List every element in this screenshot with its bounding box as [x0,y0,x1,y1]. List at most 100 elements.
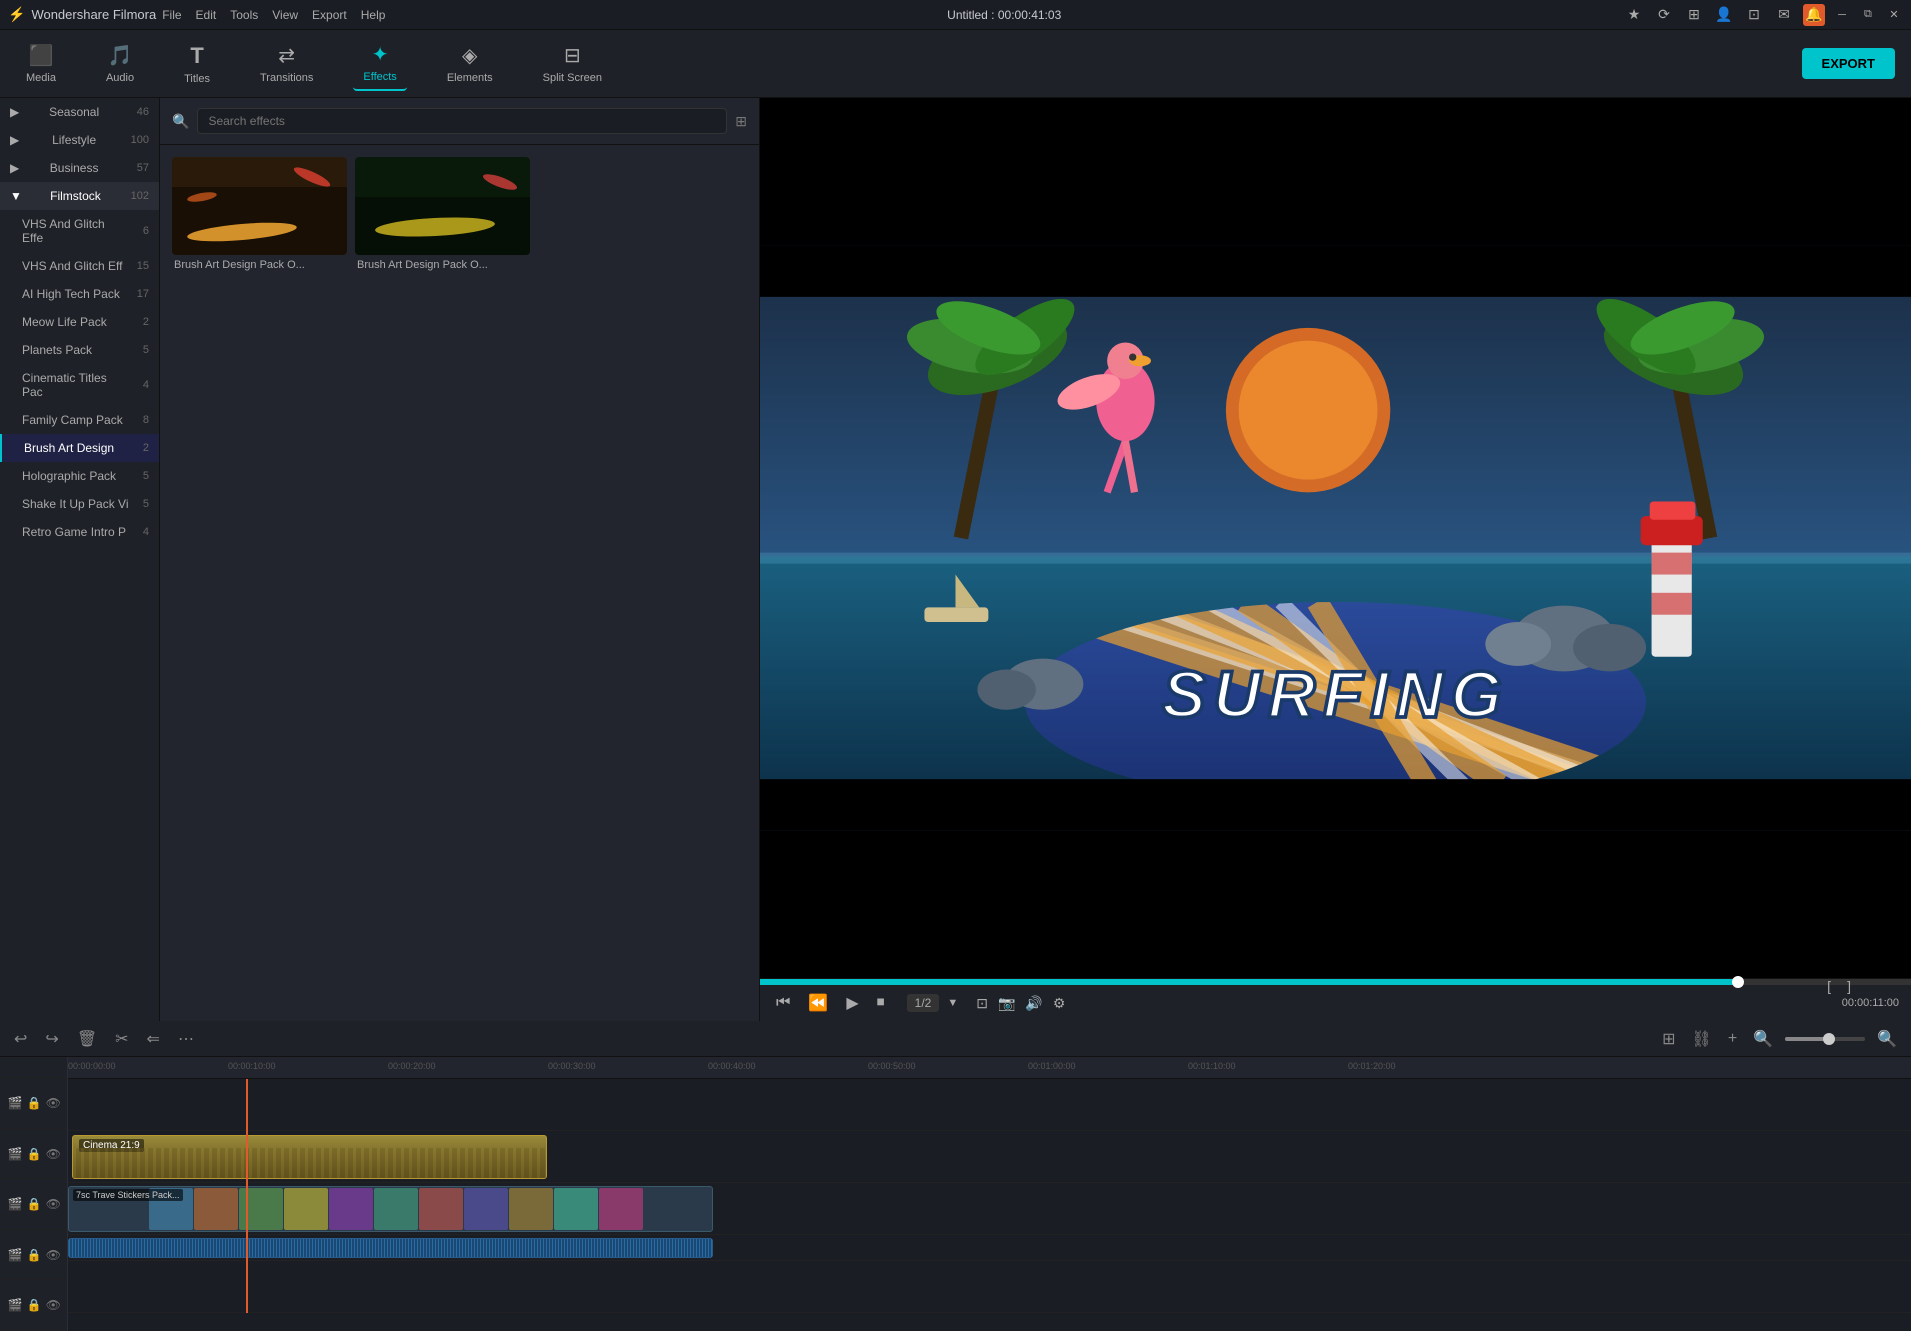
page-dropdown-icon[interactable]: ▼ [947,997,958,1009]
fullscreen-icon[interactable]: ⊡ [976,995,988,1012]
toolbar-titles[interactable]: T Titles [174,37,220,91]
track-1-empty [68,1079,1911,1131]
rewind-button[interactable]: ⏮ [772,992,794,1014]
tick-10: 00:00:10:00 [228,1061,276,1071]
timeline-link[interactable]: ⛓ [1688,1027,1716,1051]
category-vhs-glitch-2[interactable]: VHS And Glitch Eff 15 [0,252,159,280]
title-bar-left: ⚡ Wondershare Filmora File Edit Tools Vi… [8,6,385,23]
track4-eye-icon[interactable]: 👁 [46,1248,61,1262]
play-button[interactable]: ▶ [842,991,862,1015]
category-planets[interactable]: Planets Pack 5 [0,336,159,364]
icon-star[interactable]: ★ [1623,4,1645,26]
icon-upgrade[interactable]: ⊡ [1743,4,1765,26]
track4-video-icon: 🎬 [8,1248,23,1262]
category-holographic[interactable]: Holographic Pack 5 [0,462,159,490]
category-lifestyle-count: 100 [129,134,149,146]
category-shake-it-up[interactable]: Shake It Up Pack Vi 5 [0,490,159,518]
timeline-redo[interactable]: ↪ [41,1027,62,1051]
category-ai-high-tech[interactable]: AI High Tech Pack 17 [0,280,159,308]
effects-grid: Brush Art Design Pack O... Brush Art Des… [160,145,759,1021]
controls-row: ⏮ ⏪ ▶ ⏹ 1/2 ▼ ⊡ 📷 🔊 ⚙ 00:00:11:00 [760,985,1911,1021]
main-content: ▶ Seasonal 46 ▶ Lifestyle 100 ▶ Business… [0,98,1911,1021]
category-retro-game[interactable]: Retro Game Intro P 4 [0,518,159,546]
effect-item-brush2[interactable]: Brush Art Design Pack O... [355,157,530,1009]
win-restore[interactable]: ⧉ [1859,6,1877,24]
effect-item-brush1[interactable]: Brush Art Design Pack O... [172,157,347,1009]
effect-thumbnail-brush1 [172,157,347,255]
category-business[interactable]: ▶ Business 57 [0,154,159,182]
progress-bar[interactable]: [ ] [760,979,1911,985]
settings-icon[interactable]: ⚙ [1053,995,1066,1012]
timeline-add-track[interactable]: + [1724,1028,1741,1050]
win-close[interactable]: ✕ [1885,6,1903,24]
toolbar-transitions[interactable]: ⇄ Transitions [250,37,323,90]
volume-icon[interactable]: 🔊 [1025,995,1042,1012]
timeline-snap[interactable]: ⊞ [1658,1027,1679,1051]
timeline-undo[interactable]: ↩ [10,1027,31,1051]
elements-icon: ◈ [462,43,477,68]
menu-export[interactable]: Export [312,8,347,22]
track1-lock-icon[interactable]: 🔒 [27,1096,42,1110]
export-button[interactable]: EXPORT [1802,48,1895,79]
timeline-zoom-in[interactable]: 🔍 [1873,1027,1901,1051]
timeline-cut[interactable]: ✂ [111,1027,132,1051]
win-minimize[interactable]: ─ [1833,6,1851,24]
toolbar-split-screen-label: Split Screen [543,72,602,84]
gutter-ruler-spacer [0,1057,67,1078]
menu-file[interactable]: File [162,8,181,22]
menu-edit[interactable]: Edit [196,8,217,22]
category-meow-life[interactable]: Meow Life Pack 2 [0,308,159,336]
icon-user[interactable]: 👤 [1713,4,1735,26]
menu-help[interactable]: Help [361,8,386,22]
track1-eye-icon[interactable]: 👁 [46,1096,61,1110]
timeline-zoom-out[interactable]: 🔍 [1749,1027,1777,1051]
track5-eye-icon[interactable]: 👁 [46,1298,61,1312]
track2-eye-icon[interactable]: 👁 [46,1147,61,1161]
track5-lock-icon[interactable]: 🔒 [27,1298,42,1312]
category-brush-art[interactable]: Brush Art Design 2 [0,434,159,462]
track4-lock-icon[interactable]: 🔒 [27,1248,42,1262]
category-filmstock[interactable]: ▼ Filmstock 102 [0,182,159,210]
toolbar-elements[interactable]: ◈ Elements [437,37,503,90]
icon-notification[interactable]: 🔔 [1803,4,1825,26]
sticker-clip[interactable]: 7sc Trave Stickers Pack... [68,1186,713,1232]
time-ruler: 00:00:00:00 00:00:10:00 00:00:20:00 00:0… [68,1057,1911,1079]
category-seasonal[interactable]: ▶ Seasonal 46 [0,98,159,126]
video-clip[interactable]: Cinema 21:9 [72,1135,547,1179]
toolbar-media-label: Media [26,72,56,84]
category-lifestyle[interactable]: ▶ Lifestyle 100 [0,126,159,154]
toolbar-audio[interactable]: 🎵 Audio [96,37,144,90]
gutter-row-3: 🎬 🔒 👁 [0,1179,67,1230]
zoom-slider[interactable] [1785,1037,1865,1041]
play-prev-button[interactable]: ⏪ [804,991,832,1015]
stop-button[interactable]: ⏹ [873,992,889,1014]
toolbar-media[interactable]: ⬛ Media [16,37,66,90]
category-family-camp[interactable]: Family Camp Pack 8 [0,406,159,434]
category-vhs-glitch-2-label: VHS And Glitch Eff [22,259,123,273]
icon-email[interactable]: ✉ [1773,4,1795,26]
timeline-more[interactable]: ⋯ [174,1027,198,1051]
timeline-delete[interactable]: 🗑 [73,1027,101,1051]
search-icon: 🔍 [172,113,189,130]
timeline-prev-edit[interactable]: ⇐ [143,1027,164,1051]
track3-eye-icon[interactable]: 👁 [46,1197,61,1211]
transitions-icon: ⇄ [278,43,295,68]
category-cinematic-titles[interactable]: Cinematic Titles Pac 4 [0,364,159,406]
snapshot-icon[interactable]: 📷 [998,995,1015,1012]
menu-tools[interactable]: Tools [230,8,258,22]
effect-label-brush2: Brush Art Design Pack O... [355,255,530,275]
time-display: 00:00:11:00 [1842,997,1899,1009]
track-4-extra [68,1261,1911,1313]
menu-view[interactable]: View [272,8,298,22]
icon-sync[interactable]: ⟳ [1653,4,1675,26]
grid-view-icon[interactable]: ⊞ [735,113,747,130]
icon-gift[interactable]: ⊞ [1683,4,1705,26]
audio-clip-3b[interactable] [68,1238,713,1258]
category-ai-high-tech-label: AI High Tech Pack [22,287,120,301]
track2-lock-icon[interactable]: 🔒 [27,1147,42,1161]
toolbar-effects[interactable]: ✦ Effects [353,36,406,91]
track3-lock-icon[interactable]: 🔒 [27,1197,42,1211]
search-input[interactable] [197,108,727,134]
toolbar-split-screen[interactable]: ⊟ Split Screen [533,37,612,90]
category-vhs-glitch-1[interactable]: VHS And Glitch Effe 6 [0,210,159,252]
